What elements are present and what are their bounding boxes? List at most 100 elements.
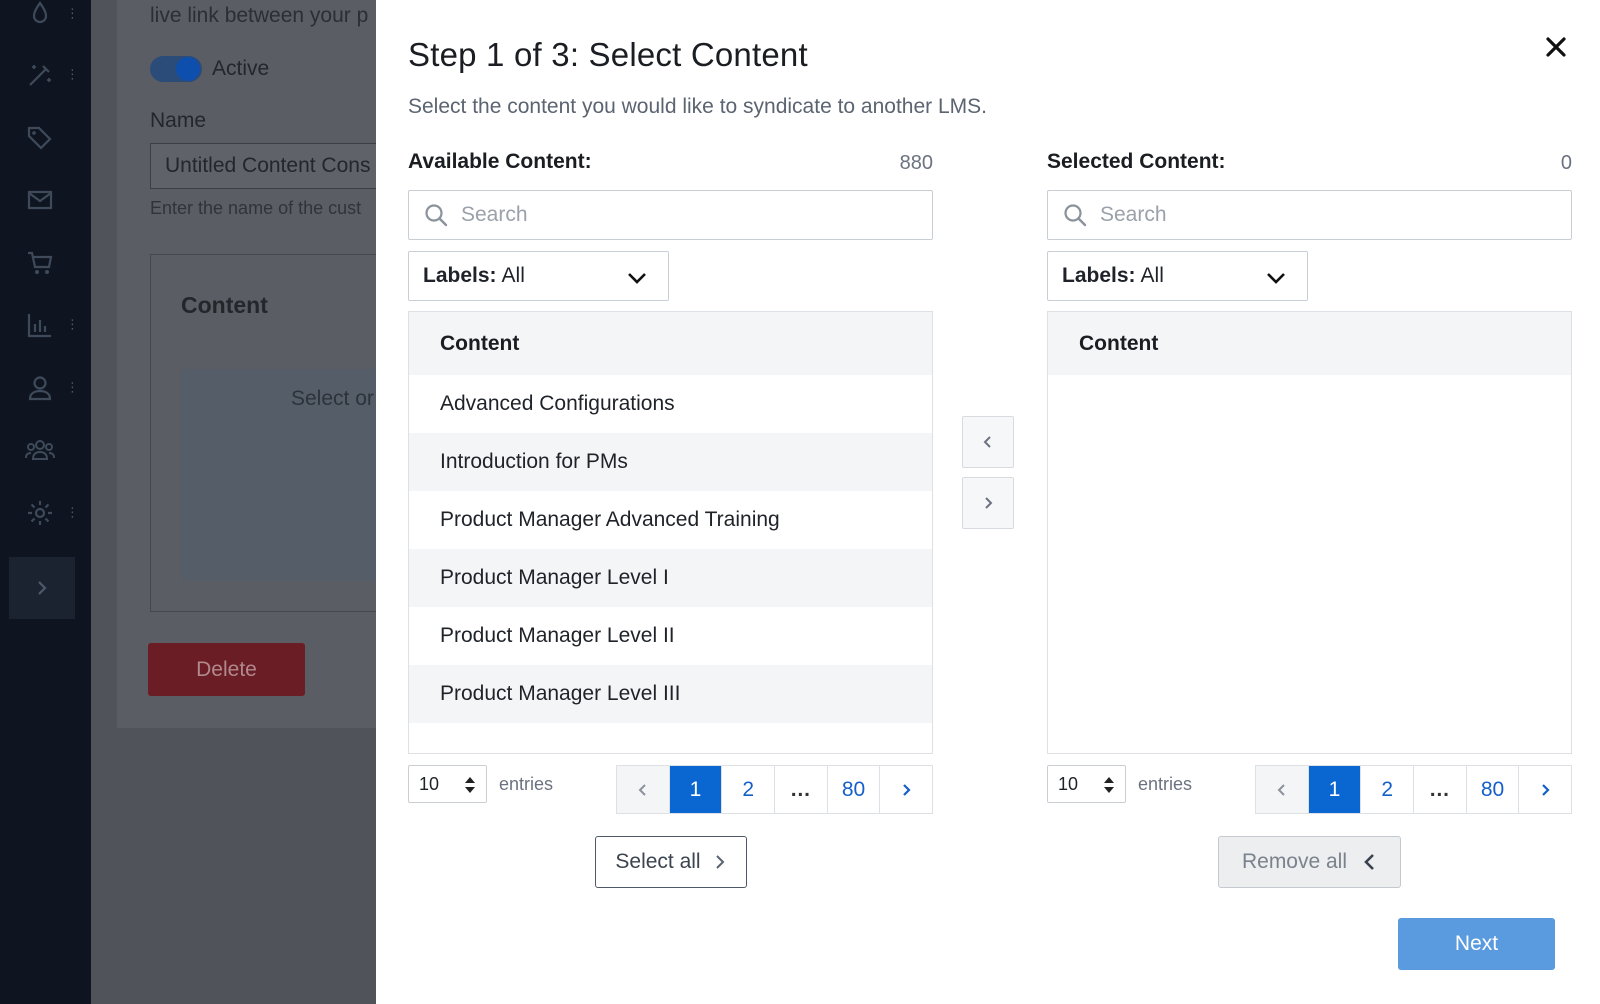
select-all-button[interactable]: Select all xyxy=(595,836,747,888)
entries-label: entries xyxy=(499,773,554,794)
name-field[interactable]: Untitled Content Cons xyxy=(150,143,380,189)
entries-select[interactable]: 10 xyxy=(408,765,487,803)
table-header-content: Content xyxy=(1048,312,1571,375)
tags-icon xyxy=(27,126,52,150)
delete-button[interactable]: Delete xyxy=(148,643,305,696)
page-button[interactable]: 1 xyxy=(1308,766,1362,813)
available-search-input[interactable] xyxy=(461,203,901,227)
chevron-left-icon xyxy=(1277,783,1285,796)
select-content-modal: Step 1 of 3: Select Content Select the c… xyxy=(376,0,1600,1004)
modal-subtitle: Select the content you would like to syn… xyxy=(408,95,988,118)
sidebar-item-user[interactable]: ⋮ xyxy=(0,360,91,416)
magic-wand-icon xyxy=(28,65,51,86)
available-labels-dropdown[interactable]: Labels: All xyxy=(408,251,669,301)
selected-content-table: Content xyxy=(1047,311,1572,754)
sidebar-item-reports[interactable]: ⋮ xyxy=(0,297,91,353)
search-icon xyxy=(425,204,448,227)
page-button[interactable]: 2 xyxy=(1361,766,1415,813)
page-button[interactable]: 80 xyxy=(1467,766,1520,813)
available-pagination: 1 2 … 80 xyxy=(616,765,933,814)
labels-value: All xyxy=(1140,264,1164,287)
group-icon xyxy=(24,440,55,460)
search-icon xyxy=(1064,204,1087,227)
content-heading: Content xyxy=(181,292,268,318)
available-search[interactable] xyxy=(408,190,933,240)
selected-pagination: 1 2 … 80 xyxy=(1255,765,1572,814)
move-left-button[interactable] xyxy=(962,416,1014,468)
remove-all-button[interactable]: Remove all xyxy=(1218,836,1401,888)
page-button[interactable]: 1 xyxy=(669,766,723,813)
more-icon[interactable]: ⋮ xyxy=(66,319,79,332)
entries-select[interactable]: 10 xyxy=(1047,765,1126,803)
remove-all-label: Remove all xyxy=(1241,850,1348,873)
prev-page-button[interactable] xyxy=(617,766,670,813)
table-row[interactable]: Advanced Configurations xyxy=(409,375,932,433)
more-icon[interactable]: ⋮ xyxy=(66,507,79,520)
sort-icon xyxy=(465,777,475,793)
table-row[interactable]: Product Manager Level I xyxy=(409,549,932,607)
sidebar-item-magic[interactable]: ⋮ xyxy=(0,47,91,103)
drop-icon xyxy=(32,1,47,24)
selected-search-input[interactable] xyxy=(1100,203,1540,227)
content-drop-zone[interactable]: Select or xyxy=(181,369,381,581)
selected-count: 0 xyxy=(1560,152,1572,174)
page-ellipsis: … xyxy=(775,766,828,813)
next-page-button[interactable] xyxy=(880,766,932,813)
active-toggle[interactable] xyxy=(150,56,202,82)
chevron-right-icon xyxy=(985,497,993,509)
selected-labels-dropdown[interactable]: Labels: All xyxy=(1047,251,1308,301)
active-toggle-label: Active xyxy=(212,57,270,80)
sidebar-item-drop[interactable]: ⋮ xyxy=(0,0,91,42)
selected-header: Selected Content: 0 xyxy=(1047,150,1572,180)
sort-icon xyxy=(1104,777,1114,793)
page-button[interactable]: 2 xyxy=(722,766,776,813)
available-count: 880 xyxy=(899,152,933,174)
selected-entries: 10 entries xyxy=(1047,765,1192,803)
next-button[interactable]: Next xyxy=(1398,918,1555,970)
selected-title: Selected Content: xyxy=(1047,150,1226,173)
chevron-left-icon xyxy=(1364,854,1374,870)
entries-label: entries xyxy=(1138,773,1193,794)
sidebar-item-cart[interactable] xyxy=(0,235,91,291)
chevron-right-icon xyxy=(715,855,725,869)
cart-icon xyxy=(27,251,52,274)
user-icon xyxy=(28,376,51,401)
name-field-value: Untitled Content Cons xyxy=(165,154,371,177)
move-right-button[interactable] xyxy=(962,477,1014,529)
available-header: Available Content: 880 xyxy=(408,150,933,180)
sidebar-item-group[interactable] xyxy=(0,422,91,478)
next-page-button[interactable] xyxy=(1519,766,1571,813)
close-button[interactable] xyxy=(1541,32,1571,62)
modal-title: Step 1 of 3: Select Content xyxy=(408,36,808,73)
available-entries: 10 entries xyxy=(408,765,553,803)
sidebar-item-settings[interactable]: ⋮ xyxy=(0,485,91,541)
prev-page-button[interactable] xyxy=(1256,766,1309,813)
mail-icon xyxy=(27,190,52,210)
sidebar-item-mail[interactable] xyxy=(0,172,91,228)
labels-key: Labels: xyxy=(423,264,497,287)
more-icon[interactable]: ⋮ xyxy=(66,382,79,395)
more-icon[interactable]: ⋮ xyxy=(66,8,79,21)
select-all-label: Select all xyxy=(615,850,701,873)
entries-value: 10 xyxy=(1058,773,1079,794)
table-row[interactable]: Product Manager Advanced Training xyxy=(409,491,932,549)
labels-key: Labels: xyxy=(1062,264,1136,287)
chevron-left-icon xyxy=(638,783,646,796)
page-ellipsis: … xyxy=(1414,766,1467,813)
close-icon xyxy=(1546,37,1566,57)
app-sidebar: ⋮ ⋮ ⋮ ⋮ ⋮ xyxy=(0,0,91,1004)
chevron-right-icon xyxy=(1542,783,1550,796)
sidebar-expand-button[interactable] xyxy=(9,557,75,619)
more-icon[interactable]: ⋮ xyxy=(66,69,79,82)
name-label: Name xyxy=(150,109,207,132)
labels-value: All xyxy=(501,264,525,287)
table-header-content: Content xyxy=(409,312,932,375)
available-title: Available Content: xyxy=(408,150,592,173)
table-row[interactable]: Product Manager Level III xyxy=(409,665,932,723)
background-intro-text: live link between your p xyxy=(150,4,369,27)
sidebar-item-tags[interactable] xyxy=(0,110,91,166)
page-button[interactable]: 80 xyxy=(828,766,881,813)
table-row[interactable]: Product Manager Level II xyxy=(409,607,932,665)
table-row[interactable]: Introduction for PMs xyxy=(409,433,932,491)
selected-search[interactable] xyxy=(1047,190,1572,240)
